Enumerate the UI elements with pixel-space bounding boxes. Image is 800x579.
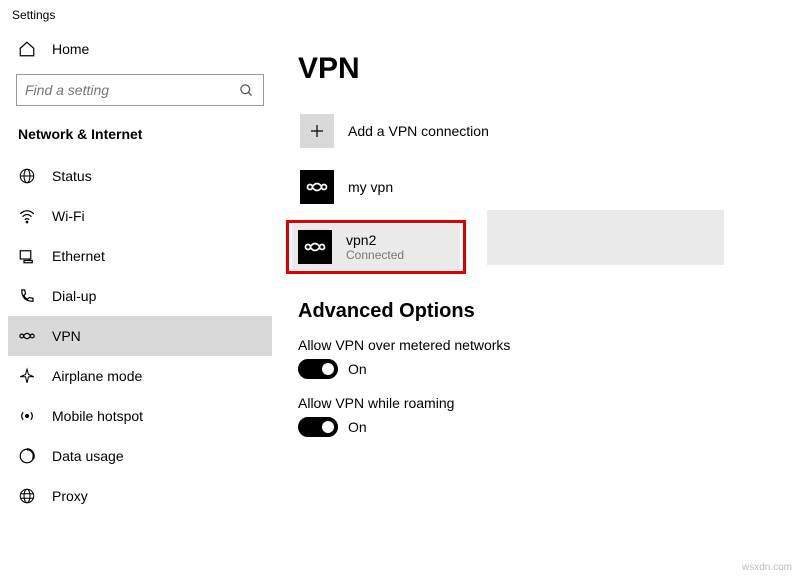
add-vpn-button[interactable]: Add a VPN connection <box>298 108 782 154</box>
sidebar-item-airplane[interactable]: Airplane mode <box>8 356 272 396</box>
data-usage-icon <box>18 447 36 465</box>
sidebar-item-label: Proxy <box>52 488 88 504</box>
roaming-state: On <box>348 419 367 435</box>
sidebar-item-label: Mobile hotspot <box>52 408 143 424</box>
sidebar-item-label: VPN <box>52 328 81 344</box>
vpn-connection-name: my vpn <box>348 179 393 195</box>
roaming-toggle[interactable] <box>298 417 338 437</box>
home-label: Home <box>52 41 89 57</box>
sidebar-item-label: Status <box>52 168 92 184</box>
sidebar-item-status[interactable]: Status <box>8 156 272 196</box>
sidebar-item-label: Wi-Fi <box>52 208 85 224</box>
sidebar-item-label: Dial-up <box>52 288 96 304</box>
airplane-icon <box>18 367 36 385</box>
annotation-highlight: vpn2 Connected <box>286 220 466 274</box>
home-icon <box>18 40 36 58</box>
phone-icon <box>18 287 36 305</box>
sidebar-item-wifi[interactable]: Wi-Fi <box>8 196 272 236</box>
proxy-icon <box>18 487 36 505</box>
search-input[interactable] <box>25 82 237 98</box>
vpn-connection-1[interactable]: my vpn <box>298 164 782 210</box>
sidebar-item-proxy[interactable]: Proxy <box>8 476 272 516</box>
watermark: wsxdn.com <box>742 562 792 573</box>
sidebar-item-label: Data usage <box>52 448 124 464</box>
advanced-options-heading: Advanced Options <box>298 300 782 323</box>
window-title: Settings <box>0 0 800 30</box>
add-vpn-label: Add a VPN connection <box>348 123 489 139</box>
sidebar-item-ethernet[interactable]: Ethernet <box>8 236 272 276</box>
sidebar-item-label: Airplane mode <box>52 368 142 384</box>
vpn-connection-name: vpn2 <box>346 232 404 248</box>
vpn-connection-icon <box>300 170 334 204</box>
sidebar-item-datausage[interactable]: Data usage <box>8 436 272 476</box>
page-title: VPN <box>298 52 782 86</box>
search-icon <box>237 81 255 99</box>
sidebar-item-label: Ethernet <box>52 248 105 264</box>
category-heading: Network & Internet <box>8 118 272 156</box>
sidebar: Home Network & Internet Status Wi-Fi <box>0 30 280 579</box>
home-button[interactable]: Home <box>8 30 272 68</box>
sidebar-item-hotspot[interactable]: Mobile hotspot <box>8 396 272 436</box>
vpn-connection-status: Connected <box>346 248 404 262</box>
wifi-icon <box>18 207 36 225</box>
globe-icon <box>18 167 36 185</box>
plus-icon <box>300 114 334 148</box>
ethernet-icon <box>18 247 36 265</box>
metered-state: On <box>348 361 367 377</box>
search-input-wrap[interactable] <box>16 74 264 106</box>
vpn-connection-icon <box>298 230 332 264</box>
metered-label: Allow VPN over metered networks <box>298 337 782 353</box>
selection-background <box>487 210 724 265</box>
roaming-label: Allow VPN while roaming <box>298 395 782 411</box>
hotspot-icon <box>18 407 36 425</box>
sidebar-item-dialup[interactable]: Dial-up <box>8 276 272 316</box>
vpn-icon <box>18 327 36 345</box>
sidebar-item-vpn[interactable]: VPN <box>8 316 272 356</box>
vpn-connection-2[interactable]: vpn2 Connected <box>292 224 460 270</box>
metered-toggle[interactable] <box>298 359 338 379</box>
main-content: VPN Add a VPN connection my vpn vpn2 Con… <box>280 30 800 579</box>
